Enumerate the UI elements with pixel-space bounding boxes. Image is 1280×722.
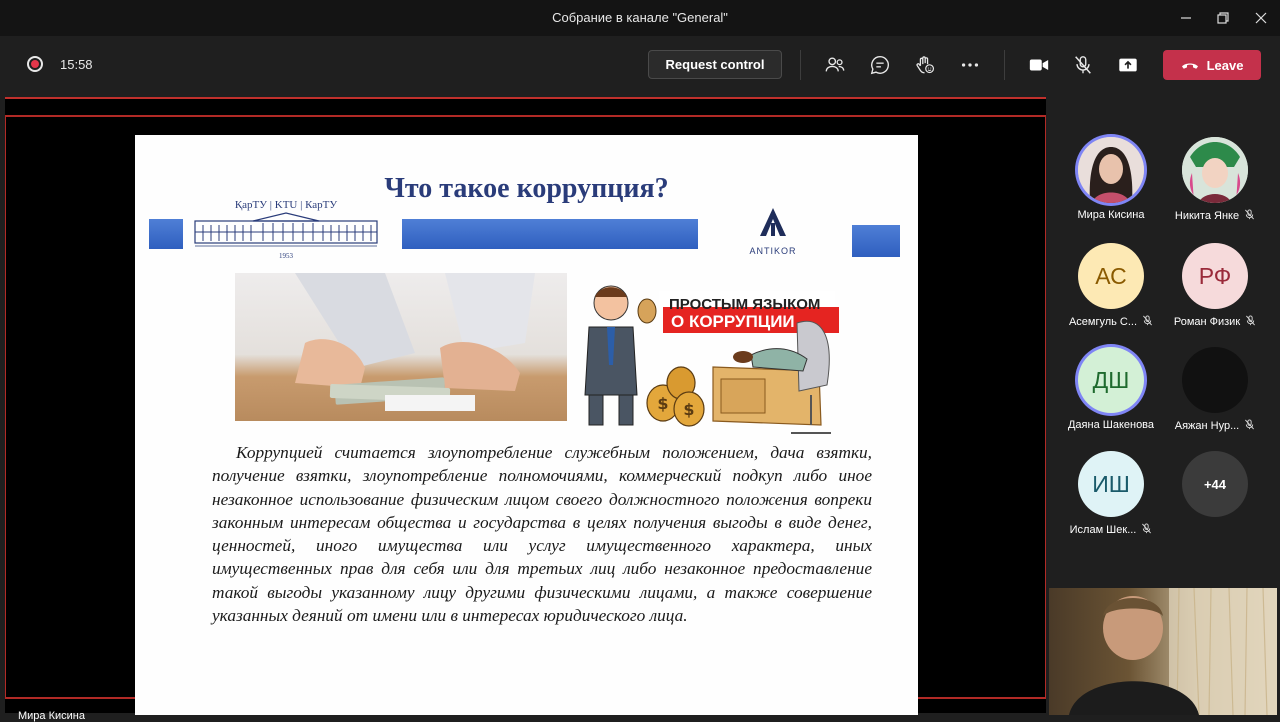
chat-icon — [870, 56, 889, 75]
avatar — [1078, 137, 1144, 203]
user-photo-icon — [1182, 137, 1248, 203]
avatar — [1182, 347, 1248, 413]
participant-tile[interactable]: Никита Янке — [1165, 137, 1265, 223]
participant-tile[interactable]: РФ Роман Физик — [1165, 243, 1265, 329]
participant-name: Мира Кисина — [1077, 209, 1145, 221]
leave-label: Leave — [1206, 57, 1244, 73]
university-logo: ҚарТУ | KTU | КарТУ 1953 — [193, 199, 379, 260]
participant-name: Аяжан Нур... — [1165, 419, 1265, 433]
close-button[interactable] — [1244, 6, 1278, 30]
participant-name: Роман Физик — [1165, 315, 1265, 329]
antikor-mark-icon — [760, 208, 786, 236]
more-actions-button[interactable] — [958, 53, 982, 77]
slide-decor-bar — [149, 219, 183, 249]
chat-button[interactable] — [868, 53, 892, 77]
share-tray-icon — [1119, 58, 1137, 72]
more-icon — [961, 63, 979, 67]
participants-gallery: Мира Кисина Никита Янке АС Асемгуль С...… — [1048, 97, 1280, 587]
slide-decor-bar — [402, 219, 698, 249]
corruption-cartoon: $ $ ПРОСТЫМ ЯЗЫКОМ О КОРРУПЦИИ — [571, 275, 865, 451]
avatar: ИШ — [1078, 451, 1144, 517]
muted-mic-icon — [1245, 315, 1256, 329]
svg-text:$: $ — [683, 400, 694, 419]
leave-button[interactable]: Leave — [1163, 50, 1261, 80]
participant-tile[interactable]: ИШ Ислам Шек... — [1061, 451, 1161, 537]
presentation-slide: Что такое коррупция? ҚарТУ | KTU | КарТУ — [135, 135, 918, 715]
title-bar: Собрание в канале "General" — [0, 0, 1280, 36]
avatar: ДШ — [1078, 347, 1144, 413]
minimize-icon — [1181, 17, 1191, 19]
mic-off-icon — [1075, 56, 1091, 74]
close-icon — [1255, 12, 1267, 24]
camera-button[interactable] — [1027, 53, 1051, 77]
window-title: Собрание в канале "General" — [552, 10, 728, 25]
overflow-count: +44 — [1182, 451, 1248, 517]
avatar: АС — [1078, 243, 1144, 309]
avatar — [1182, 137, 1248, 203]
participant-tile[interactable]: Аяжан Нур... — [1165, 347, 1265, 433]
restore-icon — [1217, 12, 1229, 24]
muted-mic-icon — [1141, 523, 1152, 537]
participants-button[interactable] — [823, 53, 847, 77]
meeting-toolbar: 15:58 Request control Leave — [0, 36, 1280, 94]
minimize-button[interactable] — [1169, 6, 1203, 30]
raise-hand-icon — [916, 56, 935, 74]
antikor-logo: ANTIKOR — [747, 207, 799, 257]
participant-tile[interactable]: ДШ Даяна Шакенова — [1061, 347, 1161, 431]
university-building-icon — [194, 212, 378, 247]
banner-line-2: О КОРРУПЦИИ — [671, 312, 795, 331]
mic-button[interactable] — [1071, 53, 1095, 77]
people-icon — [825, 57, 845, 72]
request-control-button[interactable]: Request control — [648, 50, 782, 79]
slide-decor-bar — [852, 225, 900, 257]
participant-name: Даяна Шакенова — [1067, 419, 1155, 431]
hang-up-icon — [1181, 63, 1198, 69]
more-participants-button[interactable]: +44 — [1165, 451, 1265, 517]
self-video-frame — [1069, 588, 1277, 715]
camera-icon — [1029, 59, 1049, 71]
participant-name: Ислам Шек... — [1061, 523, 1161, 537]
hands-money-image — [295, 273, 535, 411]
participant-tile[interactable]: АС Асемгуль С... — [1061, 243, 1161, 329]
recording-icon — [27, 56, 43, 72]
banner-line-1: ПРОСТЫМ ЯЗЫКОМ — [669, 296, 821, 313]
toolbar-divider — [800, 50, 801, 80]
svg-text:$: $ — [657, 394, 668, 413]
muted-mic-icon — [1142, 315, 1153, 329]
meeting-timer: 15:58 — [60, 57, 93, 72]
user-photo-icon — [1078, 137, 1144, 203]
muted-mic-icon — [1244, 419, 1255, 433]
slide-body-text: Коррупцией считается злоупотребление слу… — [212, 443, 872, 626]
participant-name: Никита Янке — [1165, 209, 1265, 223]
reactions-button[interactable] — [913, 53, 937, 77]
participant-tile[interactable]: Мира Кисина — [1061, 137, 1161, 221]
shared-screen-frame: Что такое коррупция? ҚарТУ | KTU | КарТУ — [5, 115, 1046, 722]
avatar: РФ — [1182, 243, 1248, 309]
logo-caption: ҚарТУ | KTU | КарТУ — [234, 199, 338, 211]
participant-name: Асемгуль С... — [1061, 315, 1161, 329]
antikor-label: ANTIKOR — [749, 246, 797, 256]
restore-button[interactable] — [1206, 6, 1240, 30]
logo-year: 1953 — [279, 252, 293, 260]
shared-content-stage: Что такое коррупция? ҚарТУ | KTU | КарТУ — [5, 97, 1046, 722]
self-video-preview — [1049, 588, 1277, 715]
share-button[interactable] — [1116, 53, 1140, 77]
presenter-name-tag: Мира Кисина — [18, 710, 85, 722]
toolbar-divider — [1004, 50, 1005, 80]
bribe-photo — [235, 273, 567, 421]
muted-mic-icon — [1244, 209, 1255, 223]
